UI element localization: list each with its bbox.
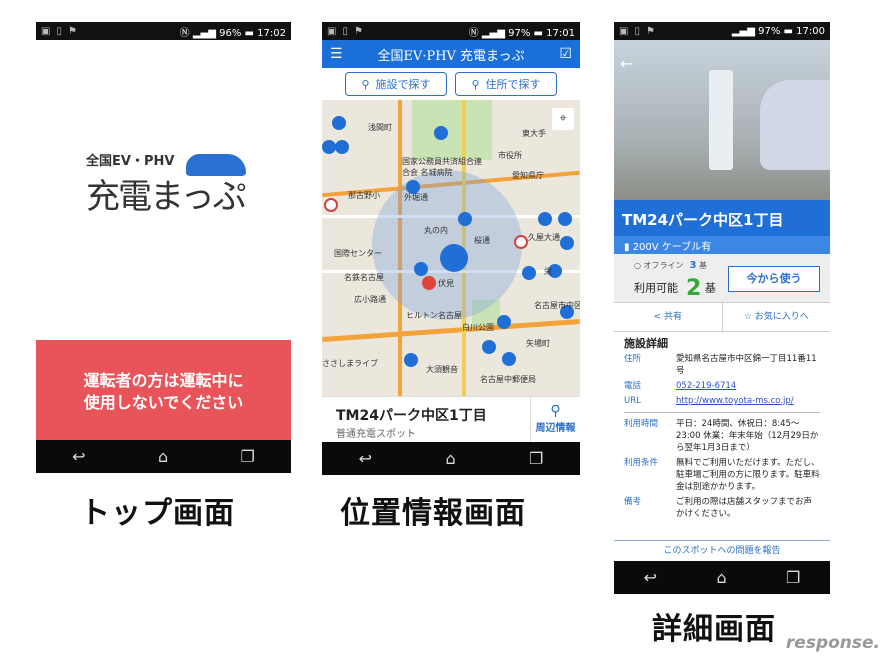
spot-photo: ← <box>614 40 830 200</box>
location-pin-icon: ⚲ <box>550 403 561 419</box>
watermark: response. <box>785 633 880 653</box>
header-title: 全国EV·PHV 充電まっぷ <box>377 48 525 64</box>
recents-icon[interactable]: ❐ <box>786 568 800 587</box>
flag-icon: ⚑ <box>67 25 77 37</box>
nearby-info-button[interactable]: ⚲ 周辺情報 <box>530 397 580 443</box>
signal-icon: ▂▄▆ <box>731 25 759 37</box>
search-address-button[interactable]: ⚲ 住所で探す <box>455 72 557 96</box>
phone-link[interactable]: 052-219-6714 <box>676 381 736 391</box>
status-bar: ▣ ▯ ⚑ Ⓝ ▂▄▆ 97% ▬ 17:01 <box>322 22 580 40</box>
recents-icon[interactable]: ❐ <box>240 447 254 466</box>
nfc-icon: Ⓝ <box>179 27 193 39</box>
phone-icon: ▯ <box>342 25 348 37</box>
battery-icon: ▬ <box>244 27 254 39</box>
my-location-button[interactable]: ⌖ <box>552 108 574 130</box>
detail-screen: ▣ ▯ ⚑ ▂▄▆ 97% ▬ 17:00 ← TM24パーク中区1丁目 ▮ 200V… <box>614 22 830 594</box>
image-icon: ▣ <box>41 25 51 37</box>
caption-top: トップ画面 <box>80 496 235 531</box>
home-icon[interactable]: ⌂ <box>716 568 726 587</box>
image-icon: ▣ <box>327 25 337 37</box>
favorite-button[interactable]: ☆ お気に入りへ <box>723 303 831 331</box>
battery-icon: ▬ <box>783 25 793 37</box>
recents-icon[interactable]: ❐ <box>529 449 543 468</box>
car-icon <box>186 154 246 176</box>
battery-icon: ▬ <box>533 27 543 39</box>
back-icon[interactable]: ↩ <box>644 568 657 587</box>
facility-details: 施設詳細 住所 愛知県名古屋市中区錦一丁目11番11号 電話 052-219-671… <box>624 337 820 519</box>
top-screen: ▣ ▯ ⚑ Ⓝ ▂▄▆ 96% ▬ 17:02 全国EV・PHV 充電まっぷ 運転者の方… <box>36 22 291 473</box>
url-link[interactable]: http://www.toyota-ms.co.jp/ <box>676 396 794 406</box>
app-header: ☰ 全国EV·PHV 充電まっぷ ☑ <box>322 40 580 68</box>
phone-icon: ▯ <box>634 25 640 37</box>
spot-title: TM24パーク中区1丁目 <box>614 200 830 236</box>
phone-icon: ▯ <box>56 25 62 37</box>
availability: ○ オフライン 3 基 利用可能 2 基 今から使う <box>614 254 830 303</box>
image-icon: ▣ <box>619 25 629 37</box>
back-arrow-icon[interactable]: ← <box>620 54 633 73</box>
map-screen: ▣ ▯ ⚑ Ⓝ ▂▄▆ 97% ▬ 17:01 ☰ 全国EV·PHV 充電まっぷ ☑ ⚲ 施… <box>322 22 580 475</box>
offline-icon: ○ <box>634 261 644 270</box>
back-icon[interactable]: ↩ <box>72 447 85 466</box>
share-button[interactable]: < 共有 <box>614 303 723 331</box>
caption-detail: 詳細画面 <box>652 612 776 647</box>
signal-icon: ▂▄▆ <box>481 27 509 39</box>
home-icon[interactable]: ⌂ <box>158 447 168 466</box>
search-facility-button[interactable]: ⚲ 施設で探す <box>345 72 447 96</box>
nav-bar: ↩ ⌂ ❐ <box>322 442 580 475</box>
spot-info-panel[interactable]: TM24パーク中区1丁目 普通充電スポット ⚲ 周辺情報 <box>322 396 580 443</box>
status-bar: ▣ ▯ ⚑ Ⓝ ▂▄▆ 96% ▬ 17:02 <box>36 22 291 40</box>
flag-icon: ⚑ <box>353 25 363 37</box>
checklist-icon[interactable]: ☑ <box>559 46 572 62</box>
caption-map: 位置情報画面 <box>340 496 526 531</box>
report-problem-link[interactable]: このスポットへの問題を報告 <box>614 540 830 562</box>
status-bar: ▣ ▯ ⚑ ▂▄▆ 97% ▬ 17:00 <box>614 22 830 40</box>
driving-warning: 運転者の方は運転中に 使用しないでください <box>36 340 291 440</box>
menu-icon[interactable]: ☰ <box>330 46 343 62</box>
search-icon: ⚲ <box>361 77 370 91</box>
nav-bar: ↩ ⌂ ❐ <box>614 561 830 594</box>
selected-marker[interactable] <box>422 276 436 290</box>
nfc-icon: Ⓝ <box>468 27 482 39</box>
star-icon: ☆ <box>743 312 755 322</box>
charger-type: ▮ 200V ケーブル有 <box>614 236 830 254</box>
signal-icon: ▂▄▆ <box>192 27 220 39</box>
nav-bar: ↩ ⌂ ❐ <box>36 440 291 473</box>
home-icon[interactable]: ⌂ <box>445 449 455 468</box>
use-now-button[interactable]: 今から使う <box>728 266 820 292</box>
app-logo: 全国EV・PHV 充電まっぷ <box>86 154 247 217</box>
charger-icon: ▮ <box>624 242 633 253</box>
share-icon: < <box>653 312 664 322</box>
flag-icon: ⚑ <box>645 25 655 37</box>
current-spot-marker[interactable] <box>440 244 468 272</box>
map-view[interactable]: 浅間町 市役所 国家公務員共済組合連合会 名城病院 愛知県庁 那古野小 外堀通 … <box>322 100 580 396</box>
search-icon: ⚲ <box>471 77 480 91</box>
back-icon[interactable]: ↩ <box>359 449 372 468</box>
